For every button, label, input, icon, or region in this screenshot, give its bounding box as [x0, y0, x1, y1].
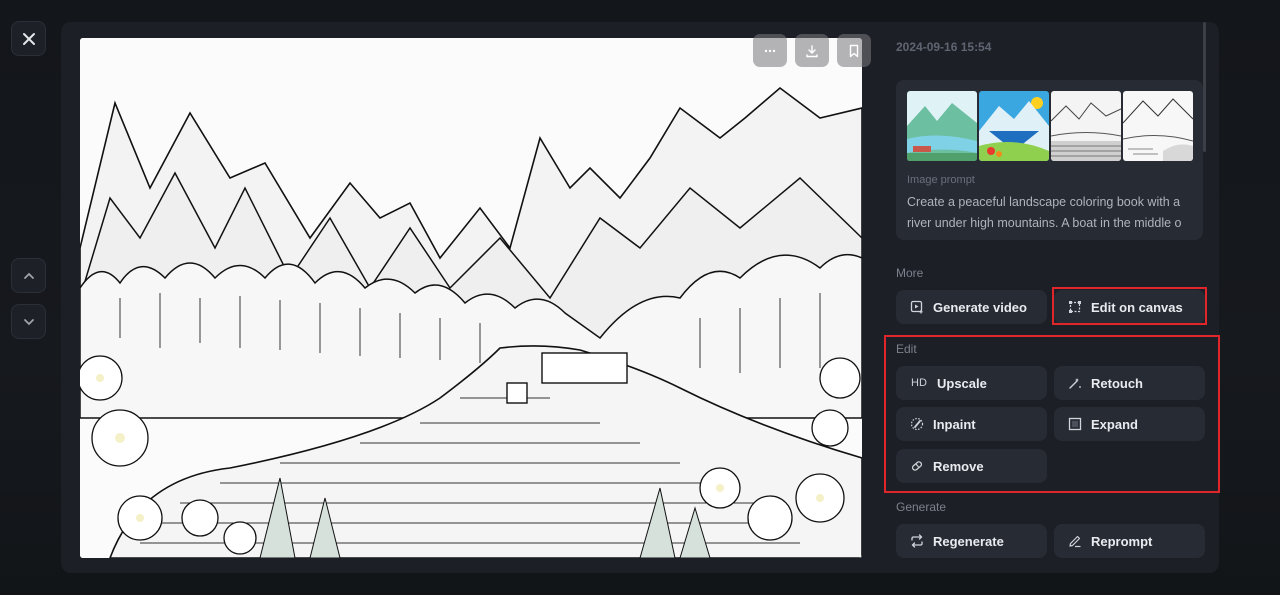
hd-icon: HD: [911, 377, 927, 389]
next-image-button[interactable]: [11, 304, 46, 339]
section-title-generate: Generate: [896, 500, 947, 514]
generate-video-button[interactable]: Generate video: [896, 290, 1047, 324]
thumbnail-2[interactable]: [979, 91, 1049, 161]
chevron-up-icon: [23, 272, 34, 279]
section-title-edit: Edit: [896, 342, 917, 356]
more-options-button[interactable]: [753, 34, 787, 67]
bookmark-button[interactable]: [837, 34, 871, 67]
video-plus-icon: [910, 300, 924, 314]
creation-timestamp: 2024-09-16 15:54: [896, 40, 992, 54]
thumbnail-1[interactable]: [907, 91, 977, 161]
prompt-line: river under high mountains. A boat in th…: [907, 216, 1182, 230]
expand-button[interactable]: Expand: [1054, 407, 1205, 441]
prompt-line: Create a peaceful landscape coloring boo…: [907, 195, 1181, 209]
thumbnail-4[interactable]: [1123, 91, 1193, 161]
chevron-down-icon: [23, 318, 34, 325]
button-label: Remove: [933, 458, 984, 474]
button-label: Reprompt: [1091, 533, 1153, 549]
prompt-text: Create a peaceful landscape coloring boo…: [907, 192, 1197, 234]
landscape-line-art: [80, 38, 862, 558]
download-icon: [806, 44, 818, 57]
repeat-icon: [910, 534, 924, 548]
button-label: Inpaint: [933, 416, 976, 432]
button-label: Expand: [1091, 416, 1138, 432]
bookmark-icon: [849, 44, 859, 57]
previous-image-button[interactable]: [11, 258, 46, 293]
prompt-label: Image prompt: [907, 174, 975, 186]
prompt-card: Image prompt Create a peaceful landscape…: [896, 80, 1203, 240]
magic-wand-icon: [1068, 376, 1082, 390]
thumbnail-3[interactable]: [1051, 91, 1121, 161]
section-title-more: More: [896, 266, 924, 280]
thumbnail-strip: [907, 91, 1193, 161]
retouch-button[interactable]: Retouch: [1054, 366, 1205, 400]
canvas-edit-icon: [1068, 300, 1082, 314]
edit-on-canvas-button[interactable]: Edit on canvas: [1054, 290, 1205, 324]
download-button[interactable]: [795, 34, 829, 67]
inpaint-brush-icon: [910, 417, 924, 431]
main-image[interactable]: [80, 38, 862, 558]
button-label: Edit on canvas: [1091, 299, 1183, 315]
remove-button[interactable]: Remove: [896, 449, 1047, 483]
close-button[interactable]: [11, 21, 46, 56]
upscale-button[interactable]: HD Upscale: [896, 366, 1047, 400]
scrollbar[interactable]: [1203, 22, 1206, 152]
eraser-icon: [910, 459, 924, 473]
close-icon: [22, 32, 35, 45]
reprompt-button[interactable]: Reprompt: [1054, 524, 1205, 558]
image-toolbar: [753, 34, 871, 67]
inpaint-button[interactable]: Inpaint: [896, 407, 1047, 441]
button-label: Regenerate: [933, 533, 1004, 549]
button-label: Upscale: [937, 375, 987, 391]
regenerate-button[interactable]: Regenerate: [896, 524, 1047, 558]
button-label: Retouch: [1091, 375, 1143, 391]
ellipsis-icon: [764, 49, 776, 52]
details-sidebar: 2024-09-16 15:54 Image prompt Create a p…: [896, 22, 1206, 573]
pencil-icon: [1068, 534, 1082, 548]
button-label: Generate video: [933, 299, 1027, 315]
expand-icon: [1068, 417, 1082, 431]
